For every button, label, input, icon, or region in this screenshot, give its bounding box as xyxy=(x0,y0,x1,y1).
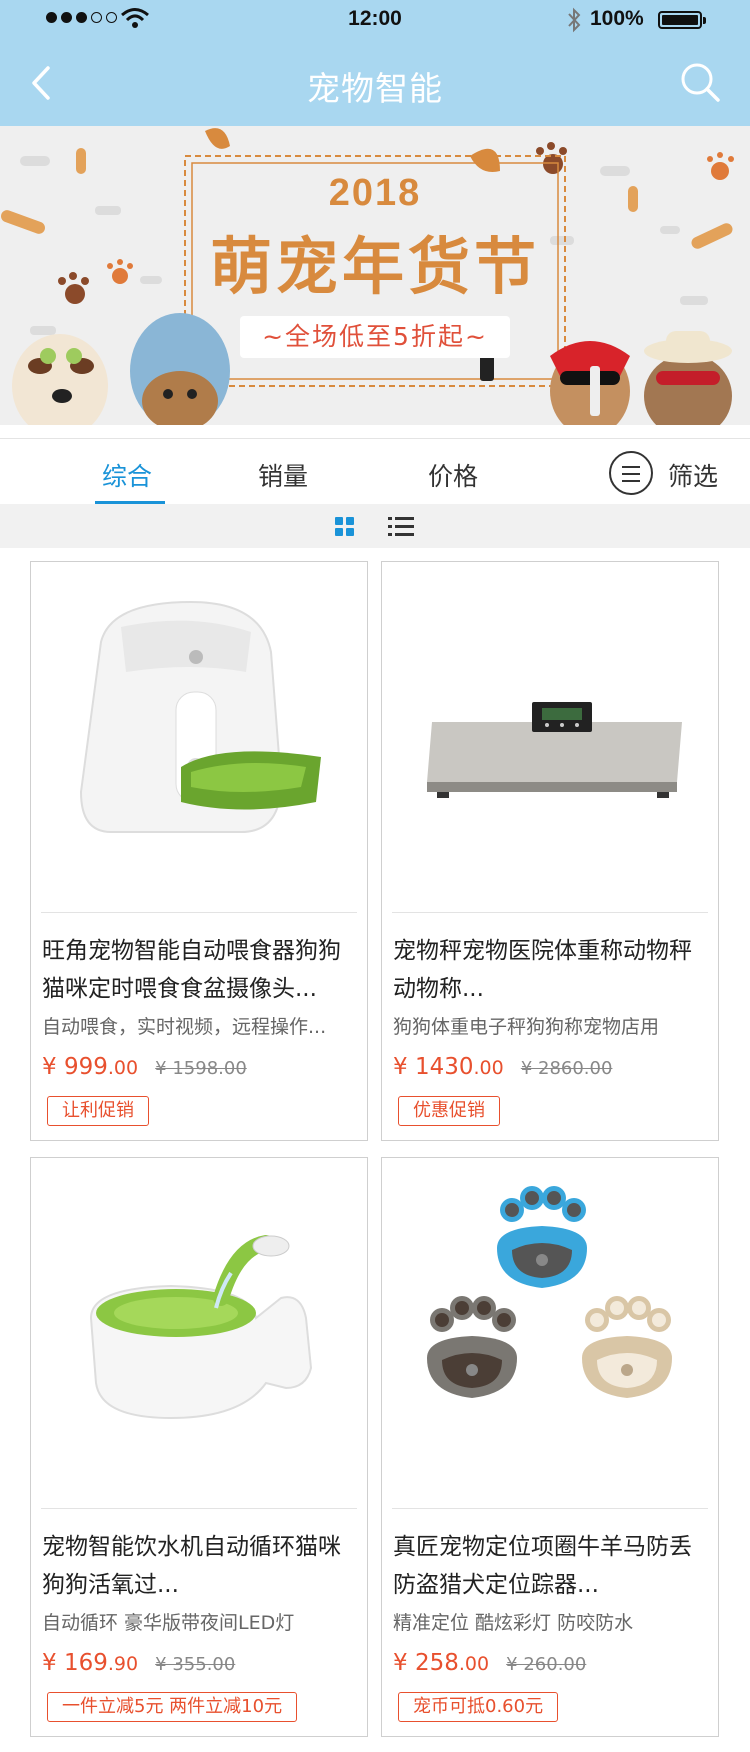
price-decimal: .90 xyxy=(107,1653,139,1675)
price-integer: 169 xyxy=(63,1650,108,1676)
product-card[interactable]: 旺角宠物智能自动喂食器狗狗猫咪定时喂食食盆摄像头... 自动喂食，实时视频，远程… xyxy=(30,561,368,1141)
original-price: ¥ 1598.00 xyxy=(155,1058,247,1079)
currency-symbol: ¥ xyxy=(42,1650,57,1676)
card-divider xyxy=(41,912,357,913)
water-fountain-image xyxy=(89,1235,313,1420)
view-toggle-bar xyxy=(0,504,750,548)
product-title: 旺角宠物智能自动喂食器狗狗猫咪定时喂食食盆摄像头... xyxy=(42,938,341,1002)
search-icon[interactable] xyxy=(678,58,722,106)
product-title: 宠物智能饮水机自动循环猫咪狗狗活氧过... xyxy=(42,1534,341,1598)
currency-symbol: ¥ xyxy=(393,1650,408,1676)
status-bar: 12:00 100% xyxy=(0,0,750,40)
card-divider xyxy=(392,912,708,913)
product-desc: 狗狗体重电子秤狗狗称宠物店用 xyxy=(393,1016,660,1038)
currency-symbol: ¥ xyxy=(42,1054,57,1080)
product-desc: 自动循环 豪华版带夜间LED灯 xyxy=(42,1612,295,1634)
promo-tag[interactable]: 优惠促销 xyxy=(398,1096,500,1126)
promo-tag[interactable]: 宠币可抵0.60元 xyxy=(398,1692,559,1722)
pet-scale-image xyxy=(427,702,682,798)
price-integer: 258 xyxy=(414,1650,459,1676)
nav-bar: 宠物智能 xyxy=(0,40,750,126)
bluetooth-icon xyxy=(568,7,581,33)
promo-tag[interactable]: 让利促销 xyxy=(47,1096,149,1126)
battery-percent: 100% xyxy=(590,7,644,30)
gps-tracker-image xyxy=(427,1186,672,1398)
price-row: ¥ 1430.00 ¥ 2860.00 xyxy=(393,1054,709,1080)
banner-year: 2018 xyxy=(328,172,422,214)
price: ¥ 169.90 xyxy=(42,1650,138,1676)
original-price: ¥ 355.00 xyxy=(155,1654,236,1675)
currency-symbol: ¥ xyxy=(393,1054,408,1080)
price-row: ¥ 169.90 ¥ 355.00 xyxy=(42,1650,358,1676)
card-divider xyxy=(392,1508,708,1509)
promo-tag[interactable]: 一件立减5元 两件立减10元 xyxy=(47,1692,298,1722)
price: ¥ 1430.00 xyxy=(393,1054,504,1080)
product-title: 宠物秤宠物医院体重称动物秤动物称... xyxy=(393,938,692,1002)
tab-sales[interactable]: 销量 xyxy=(258,457,308,493)
price-row: ¥ 258.00 ¥ 260.00 xyxy=(393,1650,709,1676)
banner-title: 萌宠年货节 xyxy=(209,230,540,303)
list-view-icon[interactable] xyxy=(388,516,414,538)
pet-feeder-image xyxy=(79,600,321,833)
original-price: ¥ 2860.00 xyxy=(520,1058,613,1079)
product-card[interactable]: 真匠宠物定位项圈牛羊马防丢防盗猎犬定位踪器... 精准定位 酷炫彩灯 防咬防水 … xyxy=(381,1157,719,1737)
page-title: 宠物智能 xyxy=(307,69,443,108)
grid-view-icon[interactable] xyxy=(335,517,355,537)
original-price: ¥ 260.00 xyxy=(506,1654,587,1675)
filter-icon[interactable] xyxy=(609,451,653,495)
card-divider xyxy=(41,1508,357,1509)
product-desc: 自动喂食，实时视频，远程操作... xyxy=(42,1016,327,1038)
price-row: ¥ 999.00 ¥ 1598.00 xyxy=(42,1054,358,1080)
battery-icon xyxy=(658,11,706,29)
sort-bar: 综合 销量 价格 筛选 xyxy=(0,438,750,505)
price: ¥ 999.00 xyxy=(42,1054,138,1080)
product-title: 真匠宠物定位项圈牛羊马防丢防盗猎犬定位踪器... xyxy=(393,1534,692,1598)
product-card[interactable]: 宠物秤宠物医院体重称动物秤动物称... 狗狗体重电子秤狗狗称宠物店用 ¥ 143… xyxy=(381,561,719,1141)
price-integer: 999 xyxy=(63,1054,108,1080)
product-card[interactable]: 宠物智能饮水机自动循环猫咪狗狗活氧过... 自动循环 豪华版带夜间LED灯 ¥ … xyxy=(30,1157,368,1737)
price-integer: 1430 xyxy=(414,1054,474,1080)
price-decimal: .00 xyxy=(107,1057,139,1079)
price-decimal: .00 xyxy=(458,1653,490,1675)
tab-comprehensive[interactable]: 综合 xyxy=(102,457,152,493)
promo-banner[interactable]: 2018 萌宠年货节 ~全场低至5折起~ xyxy=(0,126,750,425)
price-decimal: .00 xyxy=(473,1057,504,1079)
banner-subtitle: ~全场低至5折起~ xyxy=(240,316,510,358)
product-desc: 精准定位 酷炫彩灯 防咬防水 xyxy=(393,1612,634,1634)
price: ¥ 258.00 xyxy=(393,1650,489,1676)
filter-button[interactable]: 筛选 xyxy=(668,457,718,493)
tab-price[interactable]: 价格 xyxy=(428,457,478,493)
